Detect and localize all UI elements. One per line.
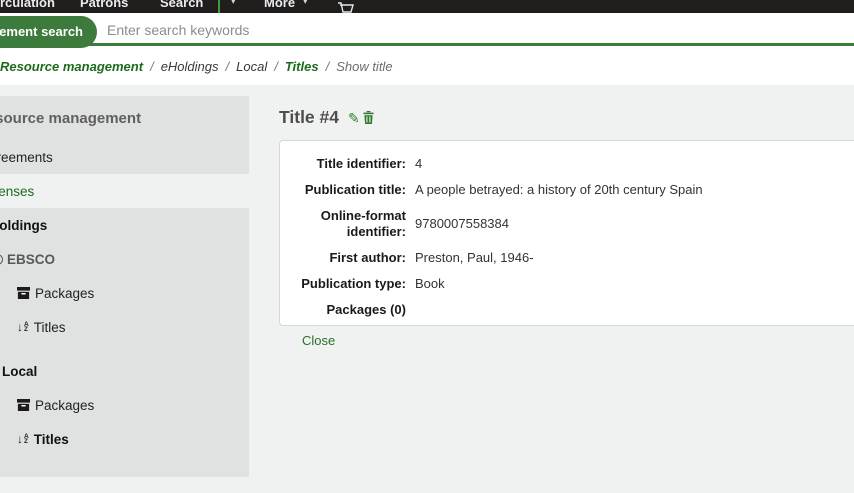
field-label: Packages (0) [294,302,406,318]
field-label: First author: [294,250,406,266]
breadcrumb-separator: / [226,59,230,74]
field-row-publication-title: Publication title: A people betrayed: a … [294,182,854,198]
archive-box-icon [17,399,30,411]
nav-item-search[interactable]: Search [160,0,203,12]
field-row-online-format-identifier: Online-format identifier: 9780007558384 [294,208,854,240]
sidebar-header: Resource management [0,110,141,127]
sidebar-item-local-packages[interactable]: Packages [0,388,249,422]
field-row-publication-type: Publication type: Book [294,276,854,292]
sort-alpha-icon: ↓ AZ [17,321,29,333]
sidebar-item-eholdings[interactable]: eHoldings [0,208,249,242]
globe-icon [0,254,3,265]
sort-alpha-icon: ↓ AZ [17,433,29,445]
sidebar-resource-management: Resource management Agreements Licenses … [0,96,249,477]
field-value: Book [406,276,445,292]
sidebar-item-agreements[interactable]: Agreements [0,140,249,174]
sidebar-item-label: Agreements [0,150,53,165]
nav-item-patrons[interactable]: Patrons [80,0,128,12]
sidebar-item-local[interactable]: Local [0,354,249,388]
title-heading-row: Title #4 ✎ [279,107,374,128]
page-title: Title #4 [279,107,339,128]
breadcrumb-separator: / [150,59,154,74]
sidebar-item-label: EBSCO [7,252,55,267]
breadcrumb-local: Local [236,59,267,74]
search-band: Agreement search [0,13,854,46]
sidebar-item-local-titles[interactable]: ↓ AZ Titles [0,422,249,456]
delete-trash-icon[interactable] [363,111,374,124]
field-value: 4 [406,156,422,172]
nav-item-more[interactable]: More [264,0,295,12]
breadcrumb-titles[interactable]: Titles [285,59,319,74]
sidebar-item-licenses[interactable]: Licenses [0,174,249,208]
breadcrumb: Resource management / eHoldings / Local … [0,59,393,74]
nav-item-circulation[interactable]: Circulation [0,0,55,12]
sidebar-item-label: Local [2,364,37,379]
search-input[interactable] [107,18,527,42]
sidebar-item-label: Titles [34,320,66,335]
field-row-title-identifier: Title identifier: 4 [294,156,854,172]
archive-box-icon [17,287,30,299]
field-label: Online-format identifier: [294,208,406,240]
edit-pencil-icon[interactable]: ✎ [348,111,360,125]
close-link[interactable]: Close [302,333,335,348]
breadcrumb-bar: Resource management / eHoldings / Local … [0,46,854,85]
breadcrumb-separator: / [326,59,330,74]
top-nav-bar: Circulation Patrons Search ▾ More ▾ [0,0,854,13]
field-label: Publication title: [294,182,406,198]
field-value: A people betrayed: a history of 20th cen… [406,182,703,198]
field-row-first-author: First author: Preston, Paul, 1946- [294,250,854,266]
sidebar-item-ebsco-packages[interactable]: Packages [0,276,249,310]
cart-icon[interactable] [337,1,355,13]
sidebar-item-label: Licenses [0,184,34,199]
field-label: Publication type: [294,276,406,292]
sidebar-item-ebsco-titles[interactable]: ↓ AZ Titles [0,310,249,344]
chevron-down-icon[interactable]: ▾ [231,0,236,7]
breadcrumb-show-title: Show title [336,59,392,74]
field-value: Preston, Paul, 1946- [406,250,534,266]
breadcrumb-separator: / [274,59,278,74]
sidebar-item-label: Titles [34,432,69,447]
nav-active-divider [218,0,220,13]
sidebar-item-label: Packages [35,286,94,301]
field-value: 9780007558384 [406,216,509,232]
breadcrumb-resource-management[interactable]: Resource management [0,59,143,74]
sidebar-item-ebsco[interactable]: EBSCO [0,242,249,276]
agreement-search-button[interactable]: Agreement search [0,16,97,48]
sidebar-item-label: Packages [35,398,94,413]
title-detail-panel: Title identifier: 4 Publication title: A… [279,140,854,326]
field-label: Title identifier: [294,156,406,172]
breadcrumb-eholdings: eHoldings [161,59,219,74]
sidebar-item-label: eHoldings [0,218,47,233]
field-row-packages: Packages (0) [294,302,854,318]
chevron-down-icon[interactable]: ▾ [303,0,308,7]
